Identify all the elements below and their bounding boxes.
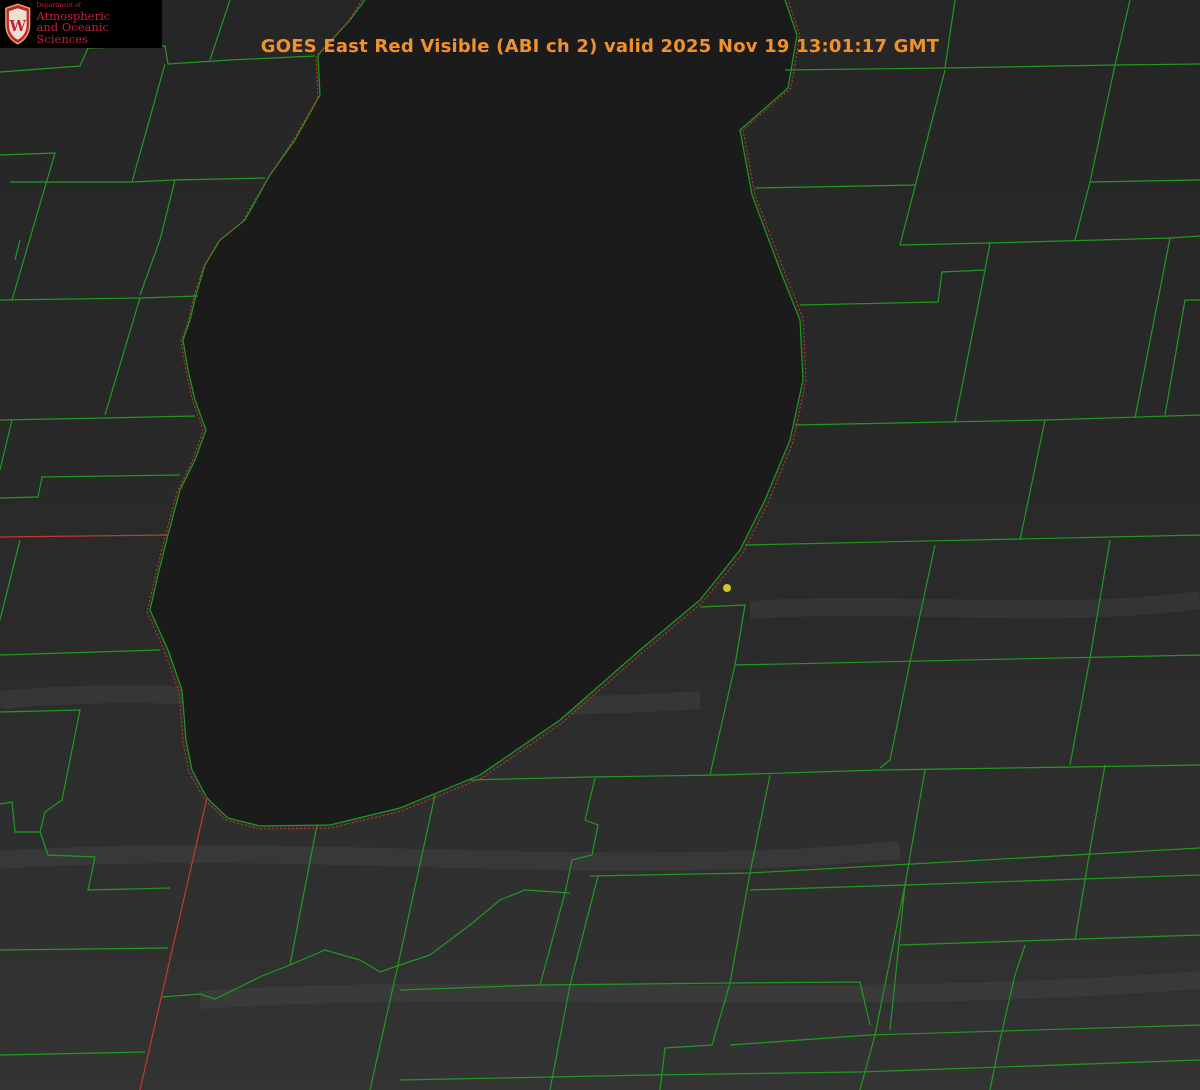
crest-letter: W bbox=[8, 18, 26, 35]
map bbox=[0, 0, 1200, 1090]
aos-logo: W Department of Atmospheric and Oceanic … bbox=[0, 0, 162, 48]
uw-crest-icon: W bbox=[5, 3, 31, 45]
logo-department: Department of bbox=[36, 1, 81, 9]
satellite-image: GOES East Red Visible (ABI ch 2) valid 2… bbox=[0, 0, 1200, 1090]
location-marker bbox=[723, 584, 731, 592]
logo-line-2: and Oceanic Sciences bbox=[36, 20, 109, 46]
logo-text: Department of Atmospheric and Oceanic Sc… bbox=[36, 1, 162, 46]
image-title: GOES East Red Visible (ABI ch 2) valid 2… bbox=[260, 36, 940, 57]
